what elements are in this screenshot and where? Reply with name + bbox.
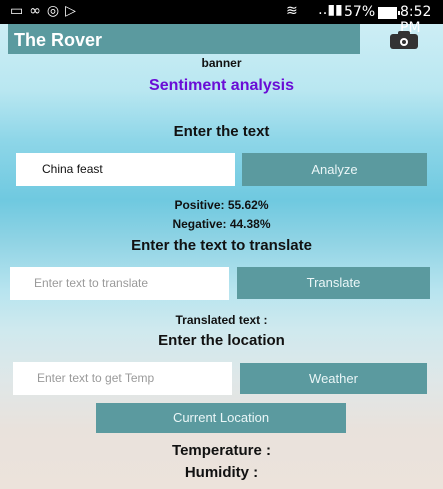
battery-icon — [378, 7, 400, 19]
translate-prompt: Enter the text to translate — [131, 237, 312, 254]
translated-text-label: Translated text : — [175, 313, 268, 327]
location-input[interactable]: Enter text to get Temp — [13, 362, 232, 395]
humidity-label: Humidity : — [184, 464, 259, 481]
negative-score: Negative: 44.38% — [172, 217, 271, 231]
app-screen: ▭∞◎▷ ≋ ‥▮▮ 57% 8:52 PM The Rover banner … — [0, 0, 443, 489]
signal-icon: ‥▮▮ — [318, 2, 343, 18]
enter-text-prompt: Enter the text — [173, 123, 270, 140]
analyze-button[interactable]: Analyze — [242, 153, 427, 186]
app-bar: The Rover — [8, 24, 360, 54]
notification-icons: ▭∞◎▷ — [10, 3, 82, 19]
wifi-icon: ≋ — [286, 3, 298, 19]
sentiment-input[interactable]: China feast — [16, 153, 235, 186]
translate-input[interactable]: Enter text to translate — [10, 267, 229, 300]
sentiment-heading: Sentiment analysis — [149, 77, 294, 94]
app-title: The Rover — [14, 30, 103, 50]
battery-percent: 57% — [344, 4, 376, 20]
banner-label: banner — [201, 56, 242, 70]
camera-icon-lens — [399, 37, 409, 47]
temperature-label: Temperature : — [172, 442, 271, 459]
weather-button[interactable]: Weather — [240, 363, 427, 394]
translate-button[interactable]: Translate — [237, 267, 430, 299]
current-location-button[interactable]: Current Location — [96, 403, 346, 433]
status-bar: ▭∞◎▷ ≋ ‥▮▮ 57% 8:52 PM — [0, 0, 443, 36]
camera-icon[interactable] — [388, 30, 422, 50]
location-prompt: Enter the location — [158, 332, 285, 349]
positive-score: Positive: 55.62% — [174, 198, 269, 212]
